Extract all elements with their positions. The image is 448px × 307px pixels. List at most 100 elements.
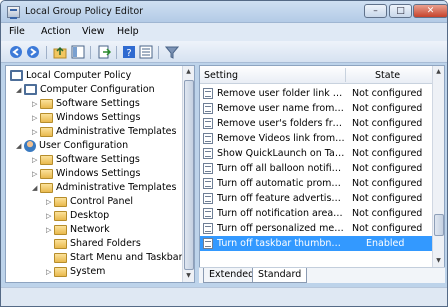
maximize-button[interactable]: □ xyxy=(389,4,412,18)
policy-setting-icon xyxy=(203,133,213,144)
column-header-state[interactable]: State xyxy=(375,70,400,81)
properties-icon[interactable] xyxy=(139,45,153,59)
column-divider[interactable] xyxy=(345,68,346,82)
toolbar-separator xyxy=(46,46,47,59)
folder-icon xyxy=(54,225,67,235)
toolbar-separator xyxy=(116,46,117,59)
close-button[interactable]: ✕ xyxy=(413,4,447,18)
expand-arrow-icon[interactable]: ▷ xyxy=(32,167,40,181)
folder-icon xyxy=(40,169,53,179)
scroll-up-arrow-icon[interactable]: ▲ xyxy=(433,67,444,77)
expand-arrow-icon[interactable]: ▷ xyxy=(32,111,40,125)
tree-item-software-settings[interactable]: ▷ Software Settings xyxy=(32,153,140,167)
forward-icon[interactable] xyxy=(26,45,40,59)
tree-item-label: Desktop xyxy=(70,210,110,221)
policy-icon xyxy=(10,70,23,81)
tree-item-label: Software Settings xyxy=(56,154,140,165)
list-item-selected[interactable]: Turn off taskbar thumbnails Enabled xyxy=(200,236,432,251)
list-item[interactable]: Remove user folder link fro... Not config… xyxy=(200,86,432,101)
tree-item-administrative-templates[interactable]: ◢ Administrative Templates xyxy=(32,181,176,195)
list-item[interactable]: Turn off notification area cle... Not con… xyxy=(200,206,432,221)
scrollbar-thumb[interactable] xyxy=(184,80,194,270)
tree-item-start-menu-and-taskbar[interactable]: Start Menu and Taskbar xyxy=(46,251,182,265)
tree-item-windows-settings[interactable]: ▷ Windows Settings xyxy=(32,111,140,125)
tree-item-network[interactable]: ▷ Network xyxy=(46,223,110,237)
policy-setting-icon xyxy=(203,118,213,129)
list-item[interactable]: Turn off personalized menus Not configure… xyxy=(200,221,432,236)
folder-icon xyxy=(54,211,67,221)
expand-toggle-icon[interactable]: ◢ xyxy=(32,181,40,195)
show-hide-tree-icon[interactable] xyxy=(71,45,85,59)
back-icon[interactable] xyxy=(9,45,23,59)
scrollbar-thumb[interactable] xyxy=(434,214,444,236)
setting-state: Not configured xyxy=(352,103,423,114)
tree-item-software-settings[interactable]: ▷ Software Settings xyxy=(32,97,140,111)
expand-toggle-icon[interactable]: ◢ xyxy=(16,83,24,97)
tree-item-windows-settings[interactable]: ▷ Windows Settings xyxy=(32,167,140,181)
expand-arrow-icon[interactable]: ▷ xyxy=(32,97,40,111)
up-folder-icon[interactable] xyxy=(53,45,67,59)
menu-view[interactable]: View xyxy=(82,26,105,37)
scroll-down-arrow-icon[interactable]: ▼ xyxy=(183,271,194,281)
setting-name: Remove user folder link fro... xyxy=(217,88,345,99)
app-window: Local Group Policy Editor – □ ✕ File Act… xyxy=(0,0,448,307)
tree-item-computer-configuration[interactable]: ◢ Computer Configuration xyxy=(16,83,155,97)
list-item[interactable]: Turn off automatic promoti... Not configu… xyxy=(200,176,432,191)
setting-state: Not configured xyxy=(352,178,423,189)
setting-state: Not configured xyxy=(352,133,423,144)
list-item[interactable]: Turn off all balloon notificati... Not co… xyxy=(200,161,432,176)
setting-name: Turn off automatic promoti... xyxy=(217,178,345,189)
tree-item-administrative-templates[interactable]: ▷ Administrative Templates xyxy=(32,125,176,139)
tree-item-control-panel[interactable]: ▷ Control Panel xyxy=(46,195,133,209)
settings-scrollbar[interactable]: ▲ ▼ xyxy=(432,66,444,267)
tree-item-label: Administrative Templates xyxy=(56,182,177,193)
tree-item-label: Control Panel xyxy=(70,196,133,207)
filter-icon[interactable] xyxy=(165,45,179,59)
list-item[interactable]: Remove user's folders from t... Not confi… xyxy=(200,116,432,131)
tree-scrollbar[interactable]: ▲ ▼ xyxy=(182,66,194,282)
menu-file[interactable]: File xyxy=(9,26,25,37)
tree-item-user-configuration[interactable]: ◢ User Configuration xyxy=(16,139,128,153)
column-header-setting[interactable]: Setting xyxy=(204,70,238,81)
export-list-icon[interactable] xyxy=(97,45,111,59)
expand-arrow-icon[interactable]: ▷ xyxy=(46,195,54,209)
tab-standard[interactable]: Standard xyxy=(252,268,308,283)
toolbar-separator xyxy=(158,46,159,59)
folder-icon xyxy=(40,127,53,137)
user-icon xyxy=(24,140,36,152)
menu-help[interactable]: Help xyxy=(117,26,139,37)
list-item[interactable]: Show QuickLaunch on Task... Not configure… xyxy=(200,146,432,161)
policy-setting-icon xyxy=(203,178,213,189)
expand-arrow-icon[interactable]: ▷ xyxy=(46,209,54,223)
minimize-button[interactable]: – xyxy=(364,4,387,18)
scroll-down-arrow-icon[interactable]: ▼ xyxy=(433,256,444,266)
tree-item-label: Shared Folders xyxy=(70,238,141,249)
list-item[interactable]: Remove user name from Sta... Not configur… xyxy=(200,101,432,116)
svg-text:?: ? xyxy=(126,48,131,59)
list-item[interactable]: Turn off feature advertiseme... Not confi… xyxy=(200,191,432,206)
status-bar xyxy=(1,287,447,306)
expand-arrow-icon[interactable]: ▷ xyxy=(32,125,40,139)
menu-action[interactable]: Action xyxy=(41,26,71,37)
tree-item-label: Network xyxy=(70,224,110,235)
setting-state: Not configured xyxy=(352,163,423,174)
policy-setting-icon xyxy=(203,148,213,159)
tree-item-local-computer-policy[interactable]: Local Computer Policy xyxy=(10,69,131,83)
tree-pane: Local Computer Policy ◢ Computer Configur… xyxy=(5,65,195,283)
folder-icon xyxy=(40,155,53,165)
list-item[interactable]: Remove Videos link from Sta... Not config… xyxy=(200,131,432,146)
folder-icon xyxy=(40,113,53,123)
expand-arrow-icon[interactable]: ▷ xyxy=(46,223,54,237)
tree-item-system[interactable]: ▷ System xyxy=(46,265,105,279)
setting-state: Not configured xyxy=(352,88,423,99)
setting-state: Not configured xyxy=(352,208,423,219)
tree-item-shared-folders[interactable]: Shared Folders xyxy=(46,237,141,251)
setting-name: Remove user name from Sta... xyxy=(217,103,345,114)
tree-item-desktop[interactable]: ▷ Desktop xyxy=(46,209,109,223)
folder-icon xyxy=(54,267,67,277)
expand-arrow-icon[interactable]: ▷ xyxy=(46,265,54,279)
expand-arrow-icon[interactable]: ▷ xyxy=(32,153,40,167)
expand-toggle-icon[interactable]: ◢ xyxy=(16,139,24,153)
help-icon[interactable]: ? xyxy=(122,45,136,59)
scroll-up-arrow-icon[interactable]: ▲ xyxy=(183,67,194,77)
